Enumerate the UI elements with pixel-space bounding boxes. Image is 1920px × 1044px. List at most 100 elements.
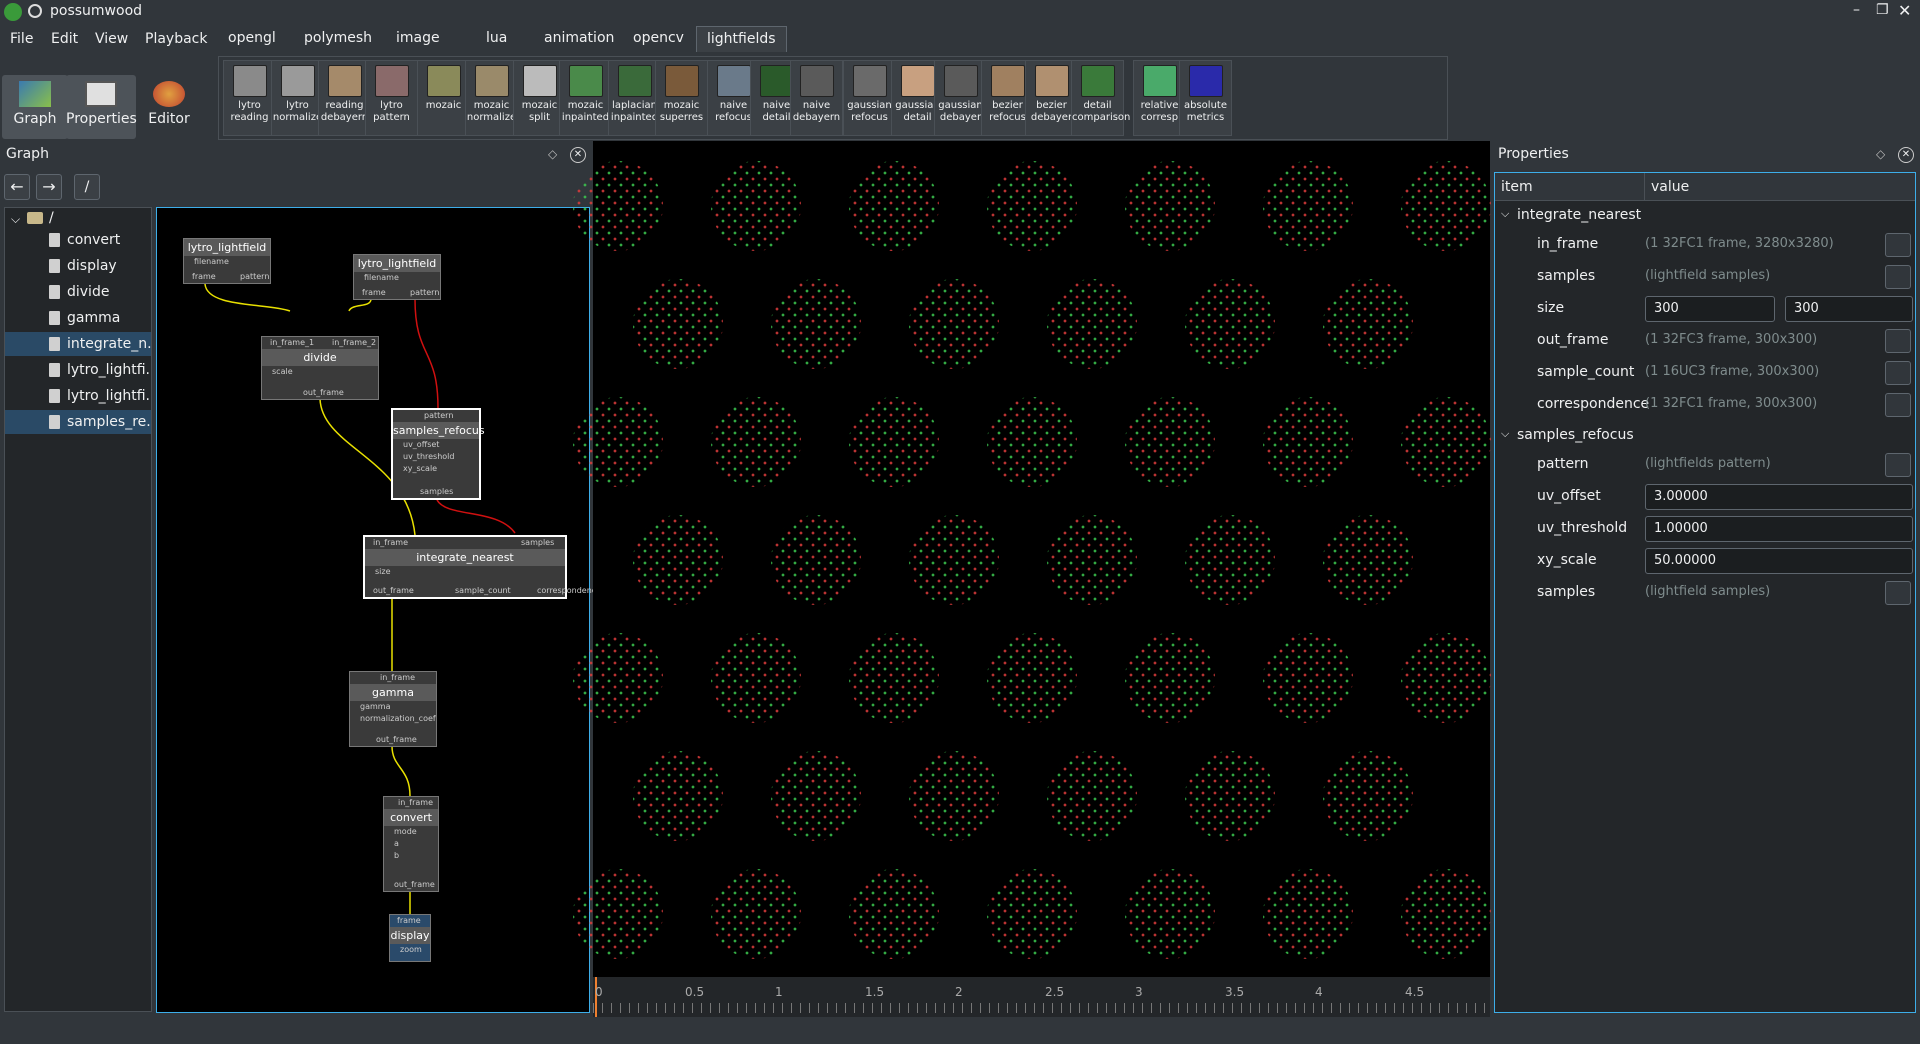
forward-button[interactable]: → <box>36 174 62 200</box>
tree-root[interactable]: / <box>49 210 54 226</box>
node-samples_refocus[interactable]: pattern samples_refocus uv_offset uv_thresh… <box>391 408 485 500</box>
microlens-cluster <box>711 633 801 723</box>
tree-item[interactable]: integrate_n... <box>5 332 151 356</box>
prop-key: pattern <box>1537 456 1589 472</box>
tree-item[interactable]: convert <box>5 228 151 252</box>
node-title: integrate_nearest <box>365 549 565 566</box>
microlens-cluster <box>1047 515 1137 605</box>
port-label: samples <box>420 487 454 496</box>
node-lytro1[interactable]: lytro_lightfield filename frame pattern <box>183 238 271 284</box>
window-menu-icon[interactable] <box>28 4 42 18</box>
node-title: samples_refocus <box>393 422 485 439</box>
tab-animation[interactable]: animation <box>534 26 624 52</box>
float-icon[interactable]: ◇ <box>548 147 557 161</box>
microlens-cluster <box>1185 751 1275 841</box>
microlens-cluster <box>1263 633 1353 723</box>
tool-button-1[interactable]: lytro normalize <box>271 60 324 136</box>
tree-item[interactable]: gamma <box>5 306 151 330</box>
node-display[interactable]: frame display zoom <box>389 914 431 962</box>
tool-button-5[interactable]: mozaic normalize <box>465 60 518 136</box>
tool-thumbnail-icon <box>474 65 509 97</box>
timeline-ruler[interactable]: 0 0.5 1 1.5 2 2.5 3 3.5 4 4.5 <box>593 977 1490 1017</box>
viewer-button[interactable] <box>1885 265 1911 289</box>
node-integrate_nearest[interactable]: in_frame samples integrate_nearest size out_… <box>363 535 601 599</box>
panel-close-icon[interactable]: ✕ <box>1898 147 1914 163</box>
tab-lua[interactable]: lua <box>476 26 517 52</box>
port-label: out_frame <box>376 735 417 744</box>
tree-item[interactable]: lytro_lightfi... <box>5 384 151 408</box>
node-gamma[interactable]: in_frame gamma gamma normalization_coef out_… <box>349 671 437 747</box>
uv-offset-spinbox[interactable]: 3.00000 <box>1645 484 1913 510</box>
path-button[interactable]: / <box>74 174 100 200</box>
menu-file[interactable]: File <box>10 31 33 47</box>
tool-button-13[interactable]: gaussian refocus <box>843 60 896 136</box>
viewer-button[interactable] <box>1885 329 1911 353</box>
viewer-button[interactable] <box>1885 393 1911 417</box>
tool-button-3[interactable]: lytro pattern <box>365 60 418 136</box>
size-width-spinbox[interactable]: 300 <box>1645 296 1775 322</box>
connections <box>204 283 516 914</box>
xy-scale-spinbox[interactable]: 50.00000 <box>1645 548 1913 574</box>
tab-polymesh[interactable]: polymesh <box>294 26 382 52</box>
node-icon <box>49 259 60 273</box>
tool-thumbnail-icon <box>1080 65 1115 97</box>
tool-button-2[interactable]: reading debayern <box>318 60 371 136</box>
viewer-button[interactable] <box>1885 453 1911 477</box>
prop-xy-scale: xy_scale 50.00000 <box>1495 545 1915 577</box>
prop-correspondence: correspondence (1 32FC1 frame, 300x300) <box>1495 389 1915 421</box>
tab-opencv[interactable]: opencv <box>623 26 694 52</box>
tab-lightfields[interactable]: lightfields <box>696 26 787 52</box>
node-convert[interactable]: in_frame convert mode a b out_frame <box>383 796 439 892</box>
menu-view[interactable]: View <box>95 31 128 47</box>
tool-button-18[interactable]: detail comparison <box>1071 60 1130 136</box>
properties-mode-button[interactable]: Properties <box>66 75 137 139</box>
microlens-cluster <box>633 751 723 841</box>
tool-button-15[interactable]: gaussian debayer <box>934 60 987 136</box>
menu-playback[interactable]: Playback <box>145 31 207 47</box>
node-icon <box>49 415 60 429</box>
tool-label: mozaic <box>425 100 462 111</box>
tool-button-12[interactable]: naive debayern <box>790 60 843 136</box>
viewer-button[interactable] <box>1885 361 1911 385</box>
tool-button-20[interactable]: absolute metrics <box>1179 60 1232 136</box>
tool-button-4[interactable]: mozaic <box>417 60 470 136</box>
viewer-button[interactable] <box>1885 233 1911 257</box>
size-height-spinbox[interactable]: 300 <box>1785 296 1913 322</box>
tool-label: mozaic inpainted <box>561 100 610 123</box>
tree-item[interactable]: display <box>5 254 151 278</box>
tool-button-8[interactable]: laplacian inpainted <box>608 60 661 136</box>
node-icon <box>49 337 60 351</box>
tool-button-7[interactable]: mozaic inpainted <box>559 60 612 136</box>
tool-button-9[interactable]: mozaic superres <box>655 60 708 136</box>
maximize-icon[interactable]: ❐ <box>1876 2 1889 18</box>
port-label: frame <box>192 272 216 281</box>
tab-image[interactable]: image <box>386 26 450 52</box>
graph-mode-button[interactable]: Graph <box>2 75 68 139</box>
close-icon[interactable]: ✕ <box>1898 1 1911 20</box>
tab-opengl[interactable]: opengl <box>218 26 286 52</box>
float-icon[interactable]: ◇ <box>1876 147 1885 161</box>
panel-close-icon[interactable]: ✕ <box>570 147 586 163</box>
microlens-cluster <box>849 161 939 251</box>
graph-canvas[interactable]: lytro_lightfield filename frame pattern lytr… <box>156 207 601 1013</box>
ruler-label: 1.5 <box>865 985 885 999</box>
editor-mode-button[interactable]: Editor <box>136 75 202 139</box>
status-bar <box>0 1018 1920 1044</box>
menu-edit[interactable]: Edit <box>51 31 78 47</box>
tree-item[interactable]: divide <box>5 280 151 304</box>
uv-threshold-spinbox[interactable]: 1.00000 <box>1645 516 1913 542</box>
tree-item-label: gamma <box>67 310 121 326</box>
node-divide[interactable]: in_frame_1 in_frame_2 divide scale out_frame <box>261 336 379 400</box>
microlens-cluster <box>1401 633 1491 723</box>
minimize-icon[interactable]: – <box>1853 2 1860 18</box>
chevron-down-icon[interactable]: ⌵ <box>11 212 20 227</box>
node-lytro2[interactable]: lytro_lightfield filename frame pattern <box>353 254 441 300</box>
tree-item[interactable]: lytro_lightfi... <box>5 358 151 382</box>
tool-button-0[interactable]: lytro reading <box>223 60 276 136</box>
node-icon <box>49 311 60 325</box>
viewer-button[interactable] <box>1885 581 1911 605</box>
lightfield-viewport[interactable] <box>573 141 1491 1016</box>
tree-item[interactable]: samples_re... <box>5 410 151 434</box>
back-button[interactable]: ← <box>4 174 30 200</box>
microlens-cluster <box>1401 869 1491 959</box>
